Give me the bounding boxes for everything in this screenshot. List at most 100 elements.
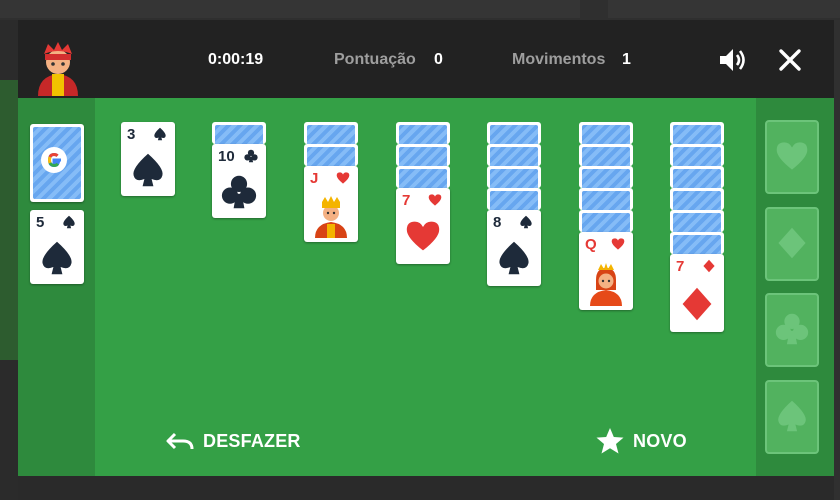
card-back-pattern xyxy=(215,125,263,144)
face-down-card xyxy=(670,144,724,166)
card-back-pattern xyxy=(673,235,721,254)
score-value: 0 xyxy=(434,51,443,68)
card-rank: Q xyxy=(585,236,597,253)
spade-icon xyxy=(499,241,529,275)
google-g-icon xyxy=(47,152,61,168)
face-down-card xyxy=(579,188,633,210)
diamond-icon xyxy=(778,227,806,259)
background-right xyxy=(834,20,840,500)
card-back-pattern xyxy=(673,125,721,144)
spade-icon xyxy=(63,215,75,229)
club-icon xyxy=(775,313,809,345)
volume-icon[interactable] xyxy=(718,46,748,74)
face-down-card xyxy=(487,166,541,188)
card-rank: 5 xyxy=(36,214,45,231)
card-back-pattern xyxy=(582,169,630,188)
queen-face-icon xyxy=(590,263,622,306)
foundation-heart[interactable] xyxy=(765,120,819,194)
card-back-pattern xyxy=(399,147,447,166)
diamond-icon xyxy=(682,287,712,321)
face-down-card xyxy=(304,144,358,166)
waste-card[interactable]: 5 xyxy=(30,210,84,284)
mascot-icon xyxy=(38,42,78,96)
tableau-card-1[interactable]: 3 xyxy=(121,122,175,196)
card-back-pattern xyxy=(582,147,630,166)
face-down-card xyxy=(579,144,633,166)
background-left xyxy=(0,20,18,500)
card-back-pattern xyxy=(673,169,721,188)
face-down-card xyxy=(670,232,724,254)
game-board: 5 3 10 J 7 8 Q 7 DESFAZER NOVO xyxy=(18,98,834,476)
background-top-bar xyxy=(0,0,840,20)
card-rank: J xyxy=(310,170,319,187)
face-down-card xyxy=(396,144,450,166)
background-segment xyxy=(608,0,840,18)
card-back-pattern xyxy=(673,213,721,232)
heart-icon xyxy=(776,142,808,170)
face-down-card xyxy=(487,188,541,210)
foundation-diamond[interactable] xyxy=(765,207,819,281)
moves-value: 1 xyxy=(622,51,631,68)
card-rank: 10 xyxy=(218,148,235,165)
face-down-card xyxy=(579,210,633,232)
undo-button[interactable]: DESFAZER xyxy=(165,428,301,454)
tableau-card-5[interactable]: 8 xyxy=(487,210,541,286)
face-down-card xyxy=(212,122,266,144)
heart-icon xyxy=(336,172,350,184)
face-down-card xyxy=(579,122,633,144)
new-game-label: NOVO xyxy=(633,430,687,451)
score-label: Pontuação xyxy=(334,51,416,68)
bottom-bar xyxy=(18,476,834,500)
background-left-image xyxy=(0,80,18,360)
spade-icon xyxy=(133,153,163,187)
card-back-pattern xyxy=(399,169,447,188)
google-g-badge xyxy=(41,147,67,173)
undo-label: DESFAZER xyxy=(203,430,301,451)
face-down-card xyxy=(670,122,724,144)
tableau-card-3[interactable]: J xyxy=(304,166,358,242)
heart-icon xyxy=(428,194,442,206)
spade-icon xyxy=(520,215,532,229)
stock-pile[interactable] xyxy=(30,124,84,202)
spade-icon xyxy=(778,400,806,432)
card-back-pattern xyxy=(307,125,355,144)
timer: 0:00:19 xyxy=(208,51,264,68)
foundation-club[interactable] xyxy=(765,293,819,367)
tableau-card-7[interactable]: 7 xyxy=(670,254,724,332)
card-back-pattern xyxy=(490,191,538,210)
face-down-card xyxy=(396,122,450,144)
new-game-button[interactable]: NOVO xyxy=(595,428,687,454)
foundation-spade[interactable] xyxy=(765,380,819,454)
tableau-card-2[interactable]: 10 xyxy=(212,144,266,218)
diamond-icon xyxy=(703,259,715,273)
face-down-card xyxy=(487,122,541,144)
club-icon xyxy=(244,149,258,163)
face-down-card xyxy=(670,166,724,188)
card-back-pattern xyxy=(582,125,630,144)
face-down-card xyxy=(670,188,724,210)
card-back-pattern xyxy=(673,147,721,166)
jack-face-icon xyxy=(315,196,347,238)
card-back-pattern xyxy=(673,191,721,210)
close-icon[interactable] xyxy=(778,48,802,72)
game-header: 0:00:19 Pontuação 0 Movimentos 1 xyxy=(18,20,834,98)
tableau-card-4[interactable]: 7 xyxy=(396,188,450,264)
undo-icon xyxy=(166,432,194,450)
card-rank: 3 xyxy=(127,126,136,143)
tableau-card-6[interactable]: Q xyxy=(579,232,633,310)
face-down-card xyxy=(304,122,358,144)
spade-icon xyxy=(42,241,72,275)
card-back-pattern xyxy=(307,147,355,166)
card-back-pattern xyxy=(490,169,538,188)
face-down-card xyxy=(487,144,541,166)
card-back-pattern xyxy=(582,191,630,210)
face-down-card xyxy=(579,166,633,188)
card-back-pattern xyxy=(399,125,447,144)
spade-icon xyxy=(154,127,166,141)
heart-icon xyxy=(406,221,440,251)
card-back-pattern xyxy=(490,125,538,144)
club-icon xyxy=(221,175,257,209)
face-down-card xyxy=(670,210,724,232)
card-rank: 7 xyxy=(402,192,411,209)
card-rank: 8 xyxy=(493,214,502,231)
